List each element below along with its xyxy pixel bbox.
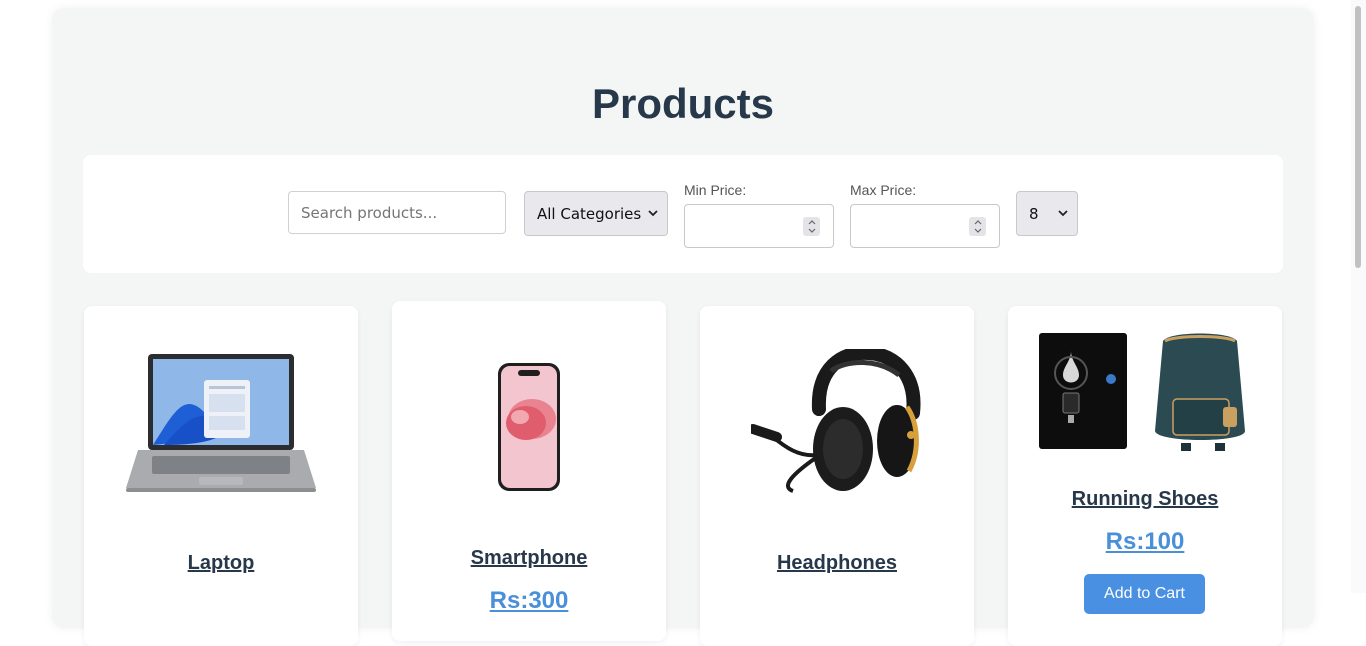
max-price-input[interactable] — [850, 204, 1000, 248]
scrollbar-thumb[interactable] — [1355, 6, 1361, 268]
filter-bar: All Categories Min Price: Max Price: 8 — [83, 155, 1283, 273]
max-price-label: Max Price: — [850, 182, 917, 198]
min-price-input[interactable] — [684, 204, 834, 248]
chevron-down-icon — [647, 208, 659, 220]
product-card: Running Shoes Rs:100 Add to Cart — [1008, 306, 1282, 646]
page-title: Products — [591, 80, 775, 127]
add-to-cart-button[interactable]: Add to Cart — [1084, 574, 1205, 614]
spinner-up-icon — [974, 220, 981, 225]
product-image[interactable] — [84, 350, 358, 496]
laptop-image — [126, 354, 316, 492]
product-name[interactable]: Running Shoes — [1008, 488, 1282, 511]
search-input[interactable] — [288, 191, 506, 234]
spinner-down-icon — [808, 228, 815, 233]
scrollbar[interactable] — [1351, 0, 1366, 593]
per-page-select-value: 8 — [1029, 204, 1039, 223]
per-page-select[interactable]: 8 — [1016, 191, 1078, 236]
min-price-spinner[interactable] — [803, 217, 820, 236]
product-photo-image — [1039, 333, 1245, 451]
min-price-label: Min Price: — [684, 182, 747, 198]
product-image[interactable] — [1008, 326, 1282, 456]
product-card: Smartphone Rs:300 — [392, 301, 666, 641]
products-page: Products All Categories Min Price: Max P… — [52, 8, 1314, 646]
spinner-up-icon — [808, 220, 815, 225]
max-price-spinner[interactable] — [969, 217, 986, 236]
product-price: Rs:100 — [1105, 528, 1185, 555]
category-select-value: All Categories — [537, 204, 642, 223]
category-select[interactable]: All Categories — [524, 191, 668, 236]
smartphone-image — [498, 363, 560, 491]
spinner-down-icon — [974, 228, 981, 233]
headphones-image — [751, 349, 921, 493]
product-name[interactable]: Headphones — [700, 552, 974, 575]
product-card: Headphones — [700, 306, 974, 646]
product-image[interactable] — [700, 348, 974, 496]
chevron-down-icon — [1057, 208, 1069, 220]
product-price: Rs:300 — [489, 587, 569, 614]
product-name[interactable]: Smartphone — [392, 547, 666, 570]
product-image[interactable] — [392, 357, 666, 497]
product-card: Laptop — [84, 306, 358, 646]
product-name[interactable]: Laptop — [84, 552, 358, 575]
